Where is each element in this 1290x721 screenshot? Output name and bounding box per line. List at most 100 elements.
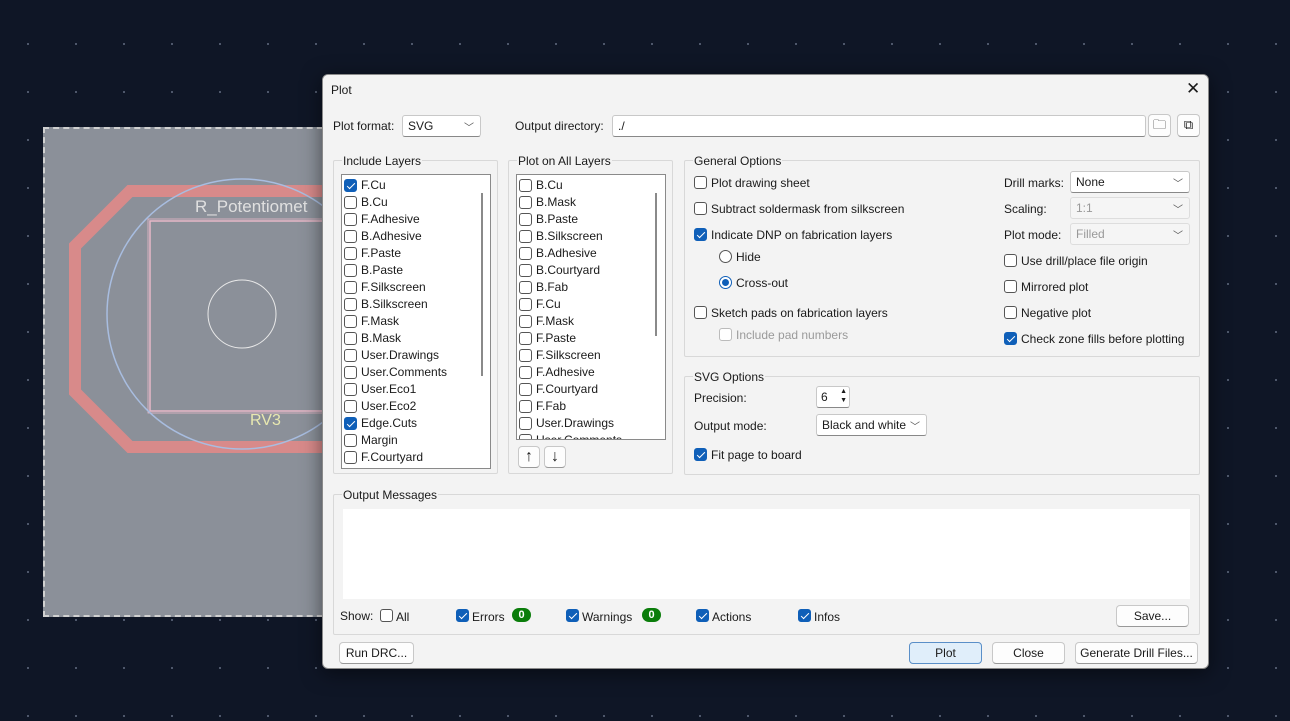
drill-marks-select[interactable]: None ﹀ <box>1070 171 1190 193</box>
move-up-arrow-icon[interactable]: ↑ <box>518 446 540 468</box>
layer-checkbox[interactable] <box>519 179 532 192</box>
cross-out-label: Cross-out <box>736 276 789 290</box>
spin-arrows-icon[interactable]: ▲ ▼ <box>840 387 847 405</box>
subtract-mask-checkbox[interactable] <box>694 202 707 215</box>
sketch-pads-label: Sketch pads on fabrication layers <box>711 306 888 320</box>
layer-checkbox[interactable] <box>519 196 532 209</box>
layer-checkbox[interactable] <box>344 213 357 226</box>
layer-checkbox[interactable] <box>344 247 357 260</box>
layer-checkbox[interactable] <box>344 349 357 362</box>
layer-checkbox[interactable] <box>519 298 532 311</box>
plot-drawing-sheet-checkbox[interactable] <box>694 176 707 189</box>
layer-checkbox[interactable] <box>344 400 357 413</box>
indicate-dnp-checkbox[interactable] <box>694 228 707 241</box>
close-button[interactable]: Close <box>992 642 1065 664</box>
precision-spinner[interactable]: 6 ▲ ▼ <box>816 386 850 408</box>
layer-checkbox[interactable] <box>344 281 357 294</box>
plot-button[interactable]: Plot <box>909 642 982 664</box>
mirrored-checkbox[interactable] <box>1004 280 1017 293</box>
layer-label: B.Cu <box>361 195 388 209</box>
layer-checkbox[interactable] <box>344 230 357 243</box>
layer-checkbox[interactable] <box>344 451 357 464</box>
hide-radio[interactable] <box>719 250 732 263</box>
include-pad-numbers-checkbox[interactable] <box>719 328 732 341</box>
all-checkbox[interactable] <box>380 609 393 622</box>
layer-label: User.Drawings <box>536 416 615 430</box>
layer-checkbox[interactable] <box>344 298 357 311</box>
layer-checkbox[interactable] <box>344 332 357 345</box>
scaling-select[interactable]: 1:1 ﹀ <box>1070 197 1190 219</box>
all-label: All <box>396 610 410 624</box>
save-button[interactable]: Save... <box>1116 605 1189 627</box>
sketch-pads-checkbox[interactable] <box>694 306 707 319</box>
check-zones-label: Check zone fills before plotting <box>1021 332 1185 346</box>
layer-label: B.Adhesive <box>361 229 422 243</box>
drill-origin-checkbox[interactable] <box>1004 254 1017 267</box>
svg-options-group: SVG Options Precision: 6 ▲ ▼ Output mode: … <box>684 370 1200 475</box>
layer-checkbox[interactable] <box>519 213 532 226</box>
layer-checkbox[interactable] <box>344 315 357 328</box>
layer-checkbox[interactable] <box>519 281 532 294</box>
generate-drill-files-button[interactable]: Generate Drill Files... <box>1075 642 1198 664</box>
fit-page-checkbox[interactable] <box>694 448 707 461</box>
chevron-down-icon: ﹀ <box>1173 205 1183 216</box>
cross-out-radio[interactable] <box>719 276 732 289</box>
output-mode-select[interactable]: Black and white ﹀ <box>816 414 927 436</box>
chevron-down-icon: ﹀ <box>464 123 474 134</box>
all-layers-list[interactable]: B.Cu B.Mask B.Paste B.Silkscreen B.Adhesive B… <box>516 174 666 440</box>
warnings-checkbox[interactable] <box>566 609 579 622</box>
actions-label: Actions <box>712 610 752 624</box>
folder-icon[interactable]: 🗀 <box>1148 114 1171 137</box>
value-text: RV3 <box>250 412 281 429</box>
output-directory-input[interactable]: ./ <box>612 115 1146 137</box>
layer-checkbox[interactable] <box>344 179 357 192</box>
general-options-title: General Options <box>693 154 783 168</box>
messages-area[interactable] <box>343 509 1190 599</box>
plot-mode-select[interactable]: Filled ﹀ <box>1070 223 1190 245</box>
layer-checkbox[interactable] <box>344 264 357 277</box>
plot-format-select[interactable]: SVG ﹀ <box>402 115 481 137</box>
check-zones-checkbox[interactable] <box>1004 332 1017 345</box>
plot-format-value: SVG <box>408 119 434 133</box>
layer-label: F.Mask <box>361 314 400 328</box>
layer-label: User.Comments <box>361 365 448 379</box>
layer-checkbox[interactable] <box>519 366 532 379</box>
negative-checkbox[interactable] <box>1004 306 1017 319</box>
scrollbar[interactable] <box>481 193 483 376</box>
layer-checkbox[interactable] <box>344 383 357 396</box>
layer-checkbox[interactable] <box>519 247 532 260</box>
layer-checkbox[interactable] <box>519 332 532 345</box>
layer-label: F.Courtyard <box>536 382 599 396</box>
layer-label: User.Drawings <box>361 348 440 362</box>
warnings-count-badge: 0 <box>642 608 661 622</box>
layer-checkbox[interactable] <box>344 417 357 430</box>
errors-checkbox[interactable] <box>456 609 469 622</box>
move-down-arrow-icon[interactable]: ↓ <box>544 446 566 468</box>
pcb-canvas[interactable]: R_Potentiomet RV3 <box>43 127 333 617</box>
include-layers-list[interactable]: F.Cu B.Cu F.Adhesive B.Adhesive F.Paste B.Pas… <box>341 174 491 469</box>
plot-dialog: Plot ✕ Plot format: SVG ﹀ Output director… <box>322 74 1209 669</box>
layer-checkbox[interactable] <box>519 264 532 277</box>
actions-checkbox[interactable] <box>696 609 709 622</box>
open-external-icon[interactable]: ⧉ <box>1177 114 1200 137</box>
layer-checkbox[interactable] <box>519 400 532 413</box>
infos-checkbox[interactable] <box>798 609 811 622</box>
close-x-icon[interactable]: ✕ <box>1186 79 1200 99</box>
scrollbar[interactable] <box>655 193 657 336</box>
layer-checkbox[interactable] <box>344 366 357 379</box>
layer-label: B.Paste <box>536 212 579 226</box>
layer-checkbox[interactable] <box>344 434 357 447</box>
layer-label: B.Cu <box>536 178 563 192</box>
layer-checkbox[interactable] <box>519 315 532 328</box>
drill-origin-label: Use drill/place file origin <box>1021 254 1148 268</box>
indicate-dnp-label: Indicate DNP on fabrication layers <box>711 228 893 242</box>
layer-checkbox[interactable] <box>519 417 532 430</box>
layer-label: B.Courtyard <box>536 263 601 277</box>
layer-checkbox[interactable] <box>519 434 532 439</box>
layer-checkbox[interactable] <box>519 349 532 362</box>
layer-label: Margin <box>361 433 398 447</box>
layer-checkbox[interactable] <box>344 196 357 209</box>
layer-checkbox[interactable] <box>519 230 532 243</box>
layer-checkbox[interactable] <box>519 383 532 396</box>
run-drc-button[interactable]: Run DRC... <box>339 642 414 664</box>
